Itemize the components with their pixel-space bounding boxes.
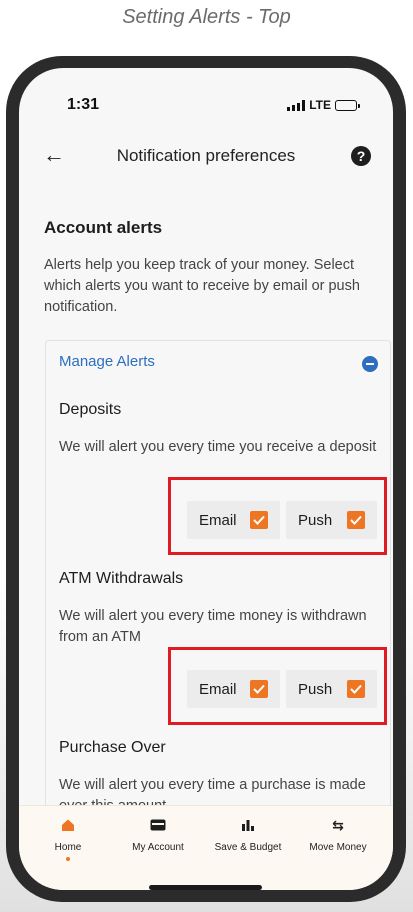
tab-label: Move Money xyxy=(309,842,367,853)
bottom-tab-bar: Home My Account Save & Budget ⇆ Move Mon… xyxy=(19,805,393,890)
highlight-box-deposits xyxy=(168,477,387,555)
phone-screen: 1:31 LTE ← Notification preferences ? Ac… xyxy=(19,68,393,890)
card-icon xyxy=(113,816,203,834)
collapse-icon[interactable] xyxy=(362,356,378,372)
tab-move-money[interactable]: ⇆ Move Money xyxy=(293,816,383,854)
question-icon[interactable]: ? xyxy=(351,146,371,166)
status-bar: 1:31 LTE xyxy=(67,96,360,116)
alert-title-atm: ATM Withdrawals xyxy=(59,570,184,587)
status-indicators: LTE xyxy=(287,98,360,112)
nav-header: ← Notification preferences ? xyxy=(19,134,393,178)
tab-home[interactable]: Home xyxy=(23,816,113,861)
manage-alerts-card: Manage Alerts Deposits We will alert you… xyxy=(45,340,391,860)
account-alerts-section: Account alerts Alerts help you keep trac… xyxy=(44,218,376,318)
tab-save-budget[interactable]: Save & Budget xyxy=(203,816,293,853)
phone-frame: 1:31 LTE ← Notification preferences ? Ac… xyxy=(6,56,406,902)
network-label: LTE xyxy=(309,98,331,112)
tab-label: Home xyxy=(54,842,82,853)
alert-description-deposits: We will alert you every time you receive… xyxy=(59,439,377,455)
transfer-icon: ⇆ xyxy=(332,816,344,833)
page-title: Notification preferences xyxy=(116,146,296,165)
alert-title-purchase-over: Purchase Over xyxy=(59,739,166,756)
status-time: 1:31 xyxy=(67,96,100,113)
home-icon xyxy=(23,816,113,834)
alert-description-atm: We will alert you every time money is wi… xyxy=(59,608,367,645)
tab-label: Save & Budget xyxy=(214,842,282,853)
section-description: Alerts help you keep track of your money… xyxy=(44,257,360,315)
alert-title-deposits: Deposits xyxy=(59,401,122,418)
battery-icon xyxy=(335,99,360,111)
page-caption: Setting Alerts - Top xyxy=(122,6,291,28)
manage-alerts-link[interactable]: Manage Alerts xyxy=(59,353,155,370)
home-indicator[interactable] xyxy=(149,885,262,890)
tab-label: My Account xyxy=(132,842,184,853)
signal-icon xyxy=(287,99,306,111)
tab-my-account[interactable]: My Account xyxy=(113,816,203,853)
active-indicator xyxy=(66,857,70,861)
section-title: Account alerts xyxy=(44,218,163,237)
highlight-box-atm xyxy=(168,647,387,725)
chart-icon xyxy=(203,816,293,834)
